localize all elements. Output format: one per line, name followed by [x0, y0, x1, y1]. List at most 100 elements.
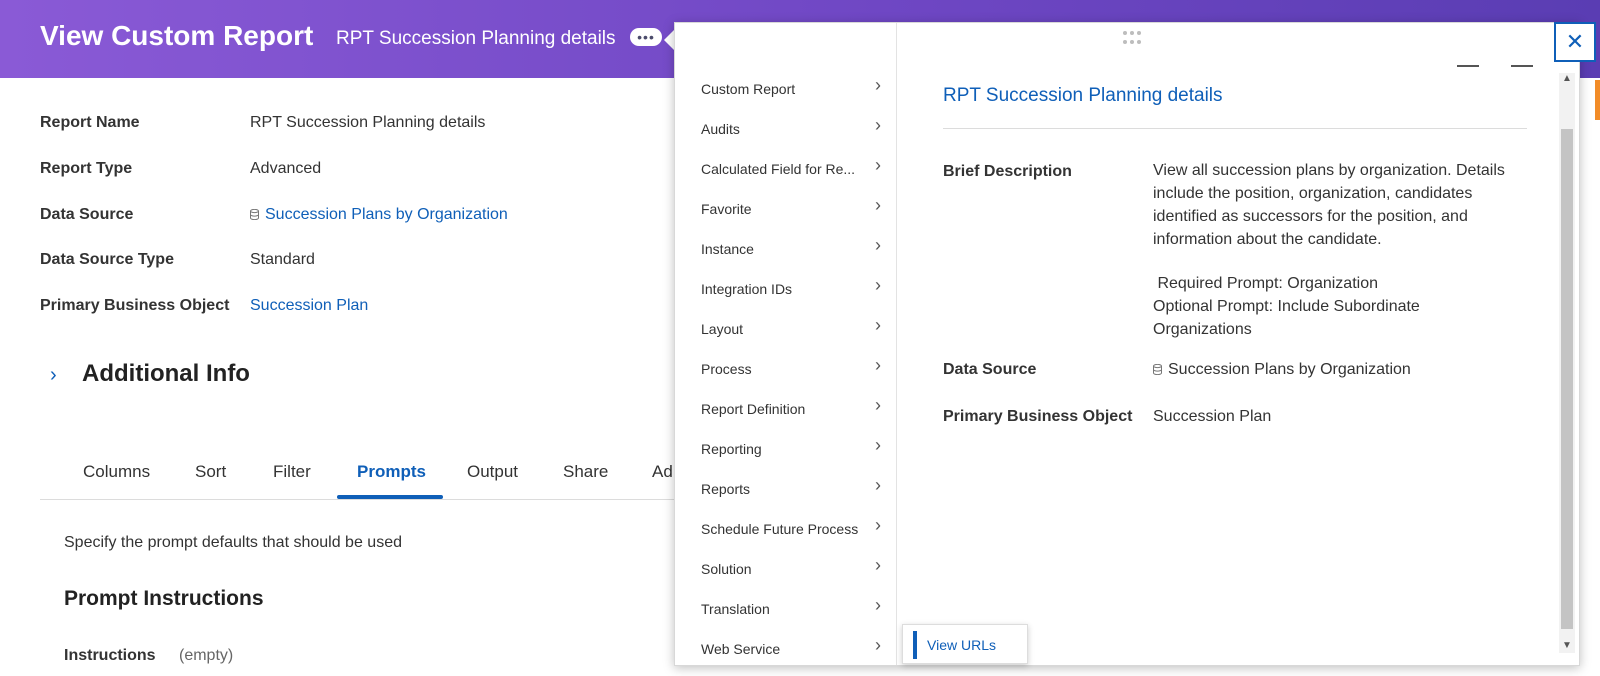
chevron-right-icon: ›: [875, 115, 881, 135]
minimize-icon[interactable]: [1457, 65, 1479, 67]
menu-item-label: Report Definition: [701, 401, 806, 417]
web-service-flyout: View URLs: [902, 624, 1028, 664]
active-tab-indicator: [337, 495, 443, 499]
report-type-label: Report Type: [40, 160, 133, 177]
tab-additional[interactable]: Ad: [652, 462, 673, 482]
data-source-link-text: Succession Plans by Organization: [265, 206, 508, 223]
additional-info-heading[interactable]: Additional Info: [82, 360, 250, 388]
menu-item-label: Solution: [701, 561, 752, 577]
database-icon: [250, 209, 259, 220]
page-title: View Custom Report: [40, 20, 314, 51]
brief-description-line: [1153, 251, 1533, 272]
chevron-right-icon: ›: [875, 635, 881, 655]
menu-item-process[interactable]: Process ›: [701, 353, 881, 383]
detail-data-source-text: Succession Plans by Organization: [1168, 361, 1411, 378]
menu-item-web-service[interactable]: Web Service ›: [701, 633, 881, 663]
primary-business-object-link[interactable]: Succession Plan: [250, 297, 368, 315]
tab-prompts[interactable]: Prompts: [357, 462, 426, 482]
side-accent-tab: [1595, 80, 1600, 120]
detail-scrollbar[interactable]: ▲ ▼: [1559, 73, 1575, 653]
menu-item-calculated-field[interactable]: Calculated Field for Re... ›: [701, 153, 881, 183]
tab-filter[interactable]: Filter: [273, 462, 311, 482]
brief-description-line: Required Prompt: Organization: [1153, 275, 1378, 292]
chevron-right-icon: ›: [875, 75, 881, 95]
menu-item-label: Translation: [701, 601, 770, 617]
scrollbar-thumb[interactable]: [1561, 129, 1573, 629]
tab-sort[interactable]: Sort: [195, 462, 226, 482]
popup-pointer: [664, 30, 674, 50]
data-source-type-label: Data Source Type: [40, 251, 174, 268]
chevron-right-icon: ›: [875, 275, 881, 295]
minimize-icon[interactable]: [1511, 65, 1533, 67]
menu-item-label: Audits: [701, 121, 740, 137]
scroll-down-icon[interactable]: ▼: [1562, 640, 1572, 651]
tab-output[interactable]: Output: [467, 462, 518, 482]
menu-item-label: Reports: [701, 481, 751, 497]
detail-primary-business-object-link[interactable]: Succession Plan: [1153, 405, 1533, 428]
menu-item-custom-report[interactable]: Custom Report ›: [701, 73, 881, 103]
related-actions-menu: Custom Report › Audits › Calculated Field …: [675, 23, 897, 665]
chevron-right-icon: ›: [875, 475, 881, 495]
scroll-up-icon[interactable]: ▲: [1562, 73, 1572, 84]
detail-primary-business-object-label: Primary Business Object: [943, 408, 1133, 425]
menu-item-label: Integration IDs: [701, 281, 793, 297]
chevron-right-icon: ›: [875, 435, 881, 455]
chevron-right-icon: ›: [875, 515, 881, 535]
brief-description-line: include the position, organization, cand…: [1153, 185, 1473, 202]
brief-description-line: Optional Prompt: Include Subordinate: [1153, 298, 1420, 315]
menu-item-label: Calculated Field for Re...: [701, 161, 856, 177]
prompt-instructions-heading: Prompt Instructions: [64, 587, 264, 610]
prompts-description: Specify the prompt defaults that should …: [64, 534, 402, 551]
menu-item-report-definition[interactable]: Report Definition ›: [701, 393, 881, 423]
drag-handle-icon[interactable]: [1123, 31, 1143, 45]
instructions-label: Instructions: [64, 647, 156, 664]
brief-description-value: View all succession plans by organizatio…: [1153, 159, 1533, 341]
data-source-link[interactable]: Succession Plans by Organization: [250, 206, 508, 224]
detail-title[interactable]: RPT Succession Planning details: [943, 85, 1223, 107]
menu-item-label: Layout: [701, 321, 744, 337]
menu-item-reporting[interactable]: Reporting ›: [701, 433, 881, 463]
brief-description-line: information about the candidate.: [1153, 231, 1382, 248]
tab-columns[interactable]: Columns: [83, 462, 150, 482]
menu-item-instance[interactable]: Instance ›: [701, 233, 881, 263]
primary-business-object-label: Primary Business Object: [40, 297, 230, 314]
menu-item-label: Reporting: [701, 441, 762, 457]
menu-item-reports[interactable]: Reports ›: [701, 473, 881, 503]
detail-data-source-link[interactable]: Succession Plans by Organization: [1153, 358, 1533, 381]
close-icon[interactable]: ✕: [1554, 22, 1596, 62]
data-source-label: Data Source: [40, 206, 134, 223]
menu-item-label: Instance: [701, 241, 754, 257]
chevron-right-icon[interactable]: ›: [50, 364, 57, 387]
view-urls-link[interactable]: View URLs: [927, 637, 996, 653]
divider: [943, 128, 1527, 129]
database-icon: [1153, 364, 1162, 375]
menu-item-label: Web Service: [701, 641, 781, 657]
menu-item-label: Process: [701, 361, 752, 377]
report-name-value: RPT Succession Planning details: [250, 114, 486, 131]
menu-item-schedule-future-process[interactable]: Schedule Future Process ›: [701, 513, 881, 543]
brief-description-line: identified as successors for the positio…: [1153, 208, 1468, 225]
detail-data-source-label: Data Source: [943, 361, 1037, 378]
menu-item-layout[interactable]: Layout ›: [701, 313, 881, 343]
brief-description-line: View all succession plans by organizatio…: [1153, 162, 1505, 179]
menu-item-solution[interactable]: Solution ›: [701, 553, 881, 583]
chevron-right-icon: ›: [875, 355, 881, 375]
menu-item-label: Favorite: [701, 201, 752, 217]
instructions-value: (empty): [179, 647, 234, 664]
menu-item-label: Schedule Future Process: [701, 521, 859, 537]
menu-item-translation[interactable]: Translation ›: [701, 593, 881, 623]
related-actions-popup: Custom Report › Audits › Calculated Field …: [674, 22, 1580, 666]
chevron-right-icon: ›: [875, 595, 881, 615]
menu-item-favorite[interactable]: Favorite ›: [701, 193, 881, 223]
report-type-value: Advanced: [250, 160, 322, 177]
ellipsis-icon[interactable]: •••: [630, 28, 662, 46]
chevron-right-icon: ›: [875, 195, 881, 215]
tab-share[interactable]: Share: [563, 462, 608, 482]
chevron-right-icon: ›: [875, 315, 881, 335]
brief-description-label: Brief Description: [943, 163, 1072, 180]
flyout-accent-bar: [913, 631, 917, 659]
chevron-right-icon: ›: [875, 395, 881, 415]
menu-item-audits[interactable]: Audits ›: [701, 113, 881, 143]
menu-item-integration-ids[interactable]: Integration IDs ›: [701, 273, 881, 303]
report-name-subtitle: RPT Succession Planning details: [336, 28, 616, 49]
